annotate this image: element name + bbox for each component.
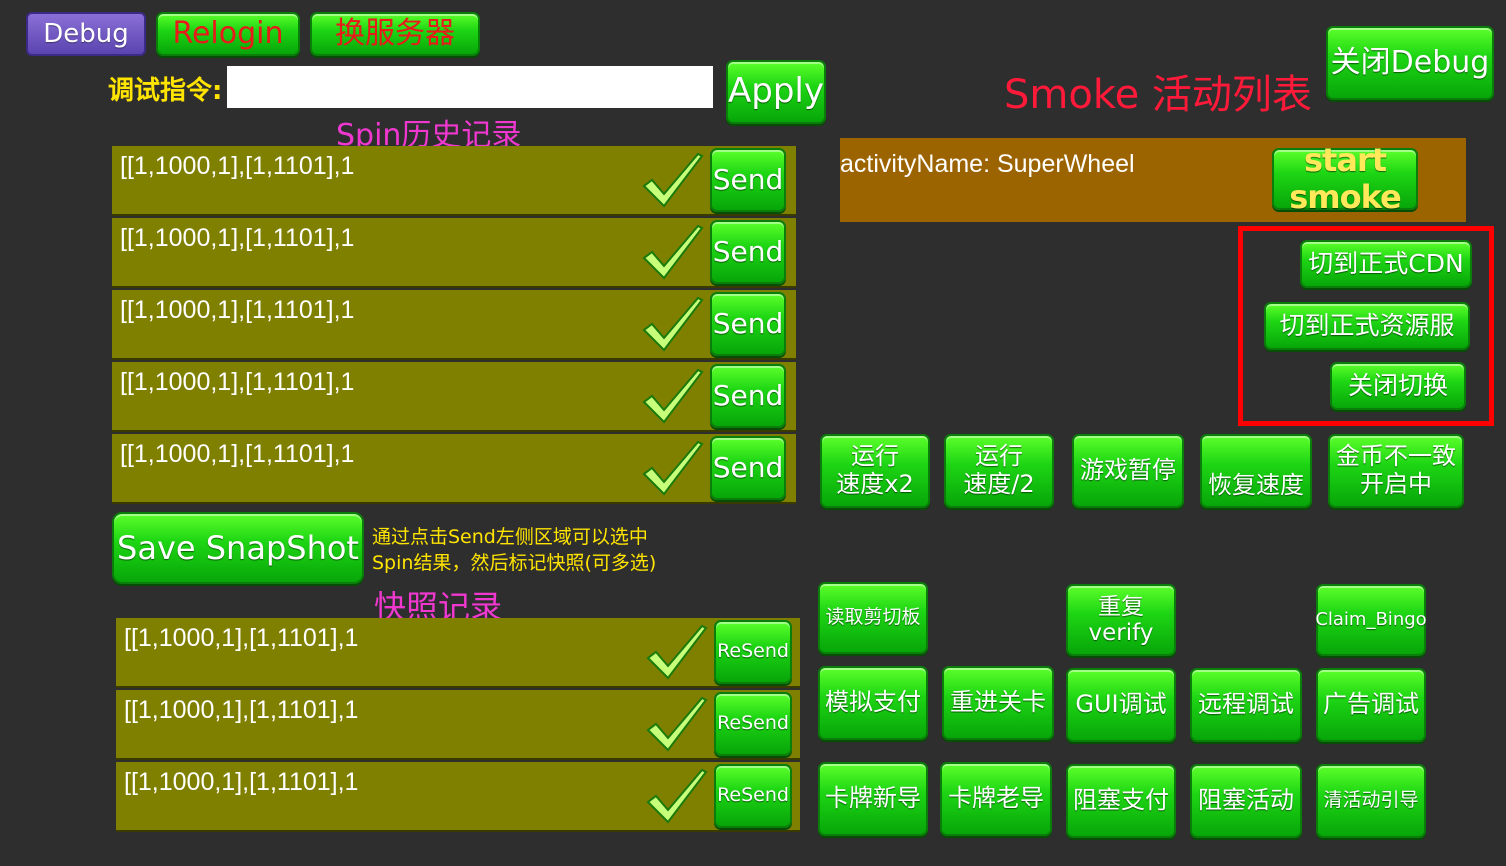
command-input[interactable] — [227, 66, 713, 108]
close-switch-button[interactable]: 关闭切换 — [1330, 362, 1466, 410]
card-old-guide-button[interactable]: 卡牌老导 — [940, 762, 1052, 836]
spin-result-text: [[1,1000,1],[1,1101],1 — [120, 224, 355, 252]
block-pay-button[interactable]: 阻塞支付 — [1066, 764, 1176, 838]
speed-half-button[interactable]: 运行 速度/2 — [944, 434, 1054, 508]
spin-result-text: [[1,1000,1],[1,1101],1 — [120, 152, 355, 180]
remote-debug-button[interactable]: 远程调试 — [1190, 668, 1302, 742]
spin-history-row[interactable]: [[1,1000,1],[1,1101],1 Send — [112, 146, 796, 216]
switch-to-resource-server-button[interactable]: 切到正式资源服 — [1264, 302, 1470, 350]
resend-button[interactable]: ReSend — [714, 764, 792, 828]
snapshot-hint: 通过点击Send左侧区域可以选中 Spin结果，然后标记快照(可多选) — [372, 524, 656, 576]
relogin-button[interactable]: Relogin — [156, 12, 300, 56]
start-smoke-button[interactable]: start smoke — [1272, 142, 1418, 215]
check-icon — [642, 296, 704, 352]
spin-history-row[interactable]: [[1,1000,1],[1,1101],1 Send — [112, 290, 796, 360]
check-icon — [646, 624, 708, 680]
read-clipboard-button[interactable]: 读取剪切板 — [818, 582, 928, 654]
switch-server-button[interactable]: 换服务器 — [310, 12, 480, 56]
card-new-guide-button[interactable]: 卡牌新导 — [818, 762, 928, 836]
command-label: 调试指令: — [108, 76, 223, 106]
snapshot-hint-line1: 通过点击Send左侧区域可以选中 — [372, 526, 648, 548]
send-button[interactable]: Send — [710, 292, 786, 356]
gui-debug-button[interactable]: GUI调试 — [1066, 668, 1176, 742]
restore-speed-button[interactable]: 恢复速度 — [1200, 434, 1312, 508]
activity-name-label: activityName: SuperWheel — [840, 150, 1135, 178]
spin-history-row[interactable]: [[1,1000,1],[1,1101],1 Send — [112, 362, 796, 432]
check-icon — [642, 440, 704, 496]
send-button[interactable]: Send — [710, 436, 786, 500]
reenter-level-button[interactable]: 重进关卡 — [942, 666, 1054, 740]
save-snapshot-button[interactable]: Save SnapShot — [112, 512, 364, 584]
coin-mismatch-button[interactable]: 金币不一致 开启中 — [1328, 434, 1464, 508]
send-button[interactable]: Send — [710, 364, 786, 428]
spin-result-text: [[1,1000,1],[1,1101],1 — [120, 440, 355, 468]
debug-button[interactable]: Debug — [26, 12, 146, 56]
check-icon — [646, 768, 708, 824]
ad-debug-button[interactable]: 广告调试 — [1316, 668, 1426, 742]
resend-button[interactable]: ReSend — [714, 692, 792, 756]
switch-to-cdn-button[interactable]: 切到正式CDN — [1300, 240, 1472, 288]
spin-history-row[interactable]: [[1,1000,1],[1,1101],1 Send — [112, 434, 796, 504]
check-icon — [642, 152, 704, 208]
snapshot-result-text: [[1,1000,1],[1,1101],1 — [124, 768, 359, 796]
speed-x2-button[interactable]: 运行 速度x2 — [820, 434, 930, 508]
send-button[interactable]: Send — [710, 148, 786, 212]
repeat-verify-button[interactable]: 重复verify — [1066, 584, 1176, 656]
spin-result-text: [[1,1000,1],[1,1101],1 — [120, 296, 355, 324]
apply-button[interactable]: Apply — [726, 60, 826, 124]
claim-bingo-button[interactable]: Claim_Bingo — [1315, 584, 1427, 656]
snapshot-result-text: [[1,1000,1],[1,1101],1 — [124, 624, 359, 652]
spin-result-text: [[1,1000,1],[1,1101],1 — [120, 368, 355, 396]
block-activity-button[interactable]: 阻塞活动 — [1190, 764, 1302, 838]
snapshot-result-text: [[1,1000,1],[1,1101],1 — [124, 696, 359, 724]
close-debug-button[interactable]: 关闭Debug — [1326, 26, 1494, 100]
check-icon — [642, 368, 704, 424]
clear-activity-guide-button[interactable]: 清活动引导 — [1316, 764, 1426, 838]
debug-screen: Debug Relogin 换服务器 调试指令: Apply Spin历史记录 … — [0, 0, 1506, 866]
activity-item: activityName: SuperWheel start smoke — [840, 138, 1466, 222]
spin-history-row[interactable]: [[1,1000,1],[1,1101],1 Send — [112, 218, 796, 288]
snapshot-row[interactable]: [[1,1000,1],[1,1101],1 ReSend — [116, 618, 800, 688]
snapshot-row[interactable]: [[1,1000,1],[1,1101],1 ReSend — [116, 690, 800, 760]
snapshot-hint-line2: Spin结果，然后标记快照(可多选) — [372, 552, 657, 574]
pause-game-button[interactable]: 游戏暂停 — [1072, 434, 1184, 508]
snapshot-row[interactable]: [[1,1000,1],[1,1101],1 ReSend — [116, 762, 800, 832]
mock-pay-button[interactable]: 模拟支付 — [818, 666, 928, 740]
smoke-activity-title: Smoke 活动列表 — [1004, 72, 1312, 118]
check-icon — [646, 696, 708, 752]
check-icon — [642, 224, 704, 280]
resend-button[interactable]: ReSend — [714, 620, 792, 684]
send-button[interactable]: Send — [710, 220, 786, 284]
